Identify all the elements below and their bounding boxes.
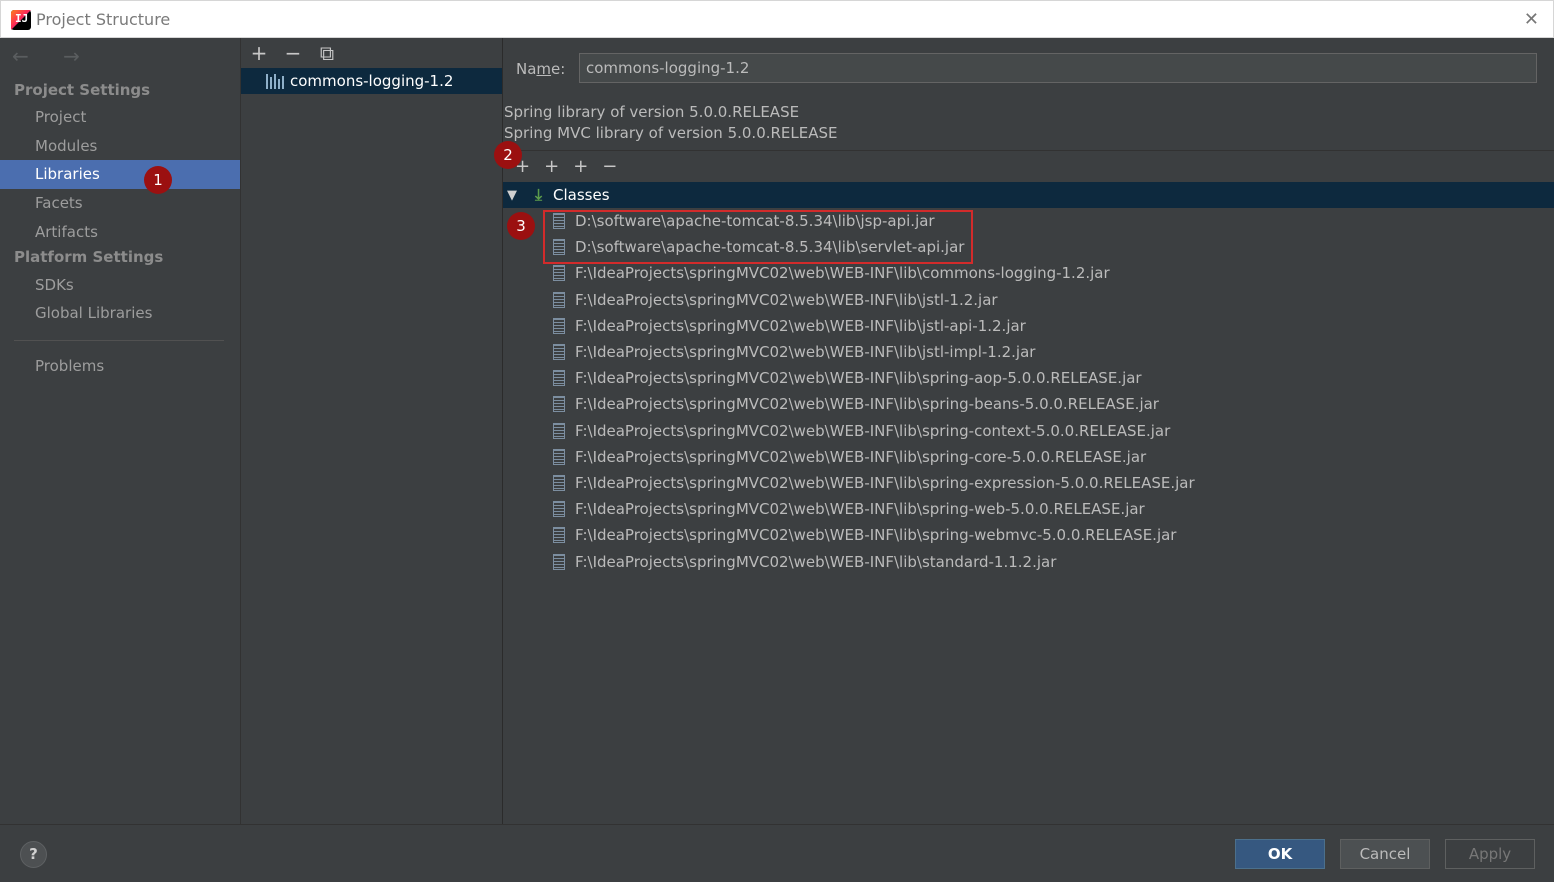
jar-file-icon (553, 317, 565, 334)
jar-path: F:\IdeaProjects\springMVC02\web\WEB-INF\… (575, 500, 1145, 519)
jar-path: F:\IdeaProjects\springMVC02\web\WEB-INF\… (575, 316, 1026, 335)
intellij-app-icon: IJ (11, 10, 31, 30)
libraries-toolbar: + − ⧉ (249, 42, 337, 66)
cancel-button[interactable]: Cancel (1340, 839, 1430, 869)
classes-root-icon: ⤓ (535, 185, 543, 204)
nav-divider (14, 340, 224, 341)
jar-path: F:\IdeaProjects\springMVC02\web\WEB-INF\… (575, 264, 1110, 283)
jar-path: F:\IdeaProjects\springMVC02\web\WEB-INF\… (575, 526, 1177, 545)
jar-path: F:\IdeaProjects\springMVC02\web\WEB-INF\… (575, 395, 1159, 414)
annotation-badge-2: 2 (494, 141, 522, 169)
jar-file-icon (553, 344, 565, 360)
jar-item[interactable]: F:\IdeaProjects\springMVC02\web\WEB-INF\… (553, 260, 1110, 286)
jar-item[interactable]: F:\IdeaProjects\springMVC02\web\WEB-INF\… (553, 549, 1056, 575)
jar-path: F:\IdeaProjects\springMVC02\web\WEB-INF\… (575, 369, 1142, 388)
jar-file-icon (553, 527, 565, 544)
annotation-badge-3: 3 (507, 212, 535, 240)
jar-item[interactable]: F:\IdeaProjects\springMVC02\web\WEB-INF\… (553, 444, 1146, 470)
jar-item[interactable]: F:\IdeaProjects\springMVC02\web\WEB-INF\… (553, 365, 1142, 391)
annotation-highlight-box (543, 210, 973, 264)
library-name-input[interactable] (579, 53, 1537, 83)
jar-file-icon (553, 396, 565, 413)
library-description: Spring library of version 5.0.0.RELEASE (504, 103, 800, 121)
libraries-list-pane: + − ⧉ commons-logging-1.2 (241, 38, 503, 824)
jar-file-icon (553, 265, 565, 282)
jar-path: F:\IdeaProjects\springMVC02\web\WEB-INF\… (575, 474, 1195, 492)
jar-file-icon (553, 553, 565, 570)
nav-item-facets[interactable]: Facets (0, 189, 240, 218)
library-item-commons-logging[interactable]: commons-logging-1.2 (241, 68, 502, 94)
help-icon[interactable]: ? (20, 841, 47, 868)
jar-item[interactable]: F:\IdeaProjects\springMVC02\web\WEB-INF\… (553, 418, 1170, 444)
jar-item[interactable]: F:\IdeaProjects\springMVC02\web\WEB-INF\… (553, 522, 1176, 548)
library-item-label: commons-logging-1.2 (290, 72, 454, 90)
jar-path: F:\IdeaProjects\springMVC02\web\WEB-INF\… (575, 290, 998, 309)
add-library-icon[interactable]: + (249, 42, 269, 66)
jar-path: F:\IdeaProjects\springMVC02\web\WEB-INF\… (575, 447, 1147, 466)
jar-file-icon (553, 422, 565, 439)
library-description: Spring MVC library of version 5.0.0.RELE… (504, 124, 838, 142)
close-icon[interactable]: ✕ (1524, 9, 1539, 30)
copy-library-icon[interactable]: ⧉ (317, 42, 337, 66)
apply-button[interactable]: Apply (1445, 839, 1535, 869)
nav-item-modules[interactable]: Modules (0, 132, 240, 161)
jar-file-icon (553, 291, 565, 308)
expand-triangle-icon[interactable]: ▼ (507, 188, 523, 203)
nav-item-problems[interactable]: Problems (0, 352, 240, 381)
name-label: Name: (516, 60, 566, 78)
nav-item-sdks[interactable]: SDKs (0, 271, 240, 300)
title-bar: IJ Project Structure ✕ (0, 0, 1554, 38)
settings-nav: ← → Project Settings Project Modules Lib… (0, 38, 241, 824)
jar-file-icon (553, 370, 565, 387)
dialog-footer: ? OK Cancel Apply (0, 824, 1554, 882)
project-settings-header: Project Settings (14, 81, 151, 99)
nav-item-project[interactable]: Project (0, 103, 240, 132)
jar-file-icon (553, 475, 565, 491)
back-forward-arrows-icon[interactable]: ← → (12, 44, 94, 68)
jar-item[interactable]: F:\IdeaProjects\springMVC02\web\WEB-INF\… (553, 391, 1159, 417)
nav-item-libraries[interactable]: Libraries (0, 160, 240, 189)
window-title: Project Structure (36, 10, 171, 29)
classes-toolbar: + + + − (515, 156, 617, 178)
jar-path: F:\IdeaProjects\springMVC02\web\WEB-INF\… (575, 343, 1036, 361)
jar-file-icon (553, 448, 565, 465)
add-jar-icon[interactable]: + (573, 156, 588, 178)
library-detail-pane: Name: Spring library of version 5.0.0.RE… (494, 38, 1554, 824)
jar-item[interactable]: F:\IdeaProjects\springMVC02\web\WEB-INF\… (553, 470, 1195, 496)
remove-library-icon[interactable]: − (283, 42, 303, 66)
jar-item[interactable]: F:\IdeaProjects\springMVC02\web\WEB-INF\… (553, 313, 1026, 339)
remove-root-icon[interactable]: − (602, 156, 617, 178)
classes-label: Classes (553, 186, 610, 204)
jar-file-icon (553, 501, 565, 518)
library-icon (266, 73, 284, 89)
jar-item[interactable]: F:\IdeaProjects\springMVC02\web\WEB-INF\… (553, 339, 1035, 365)
jar-path: F:\IdeaProjects\springMVC02\web\WEB-INF\… (575, 552, 1057, 571)
tree-divider (503, 150, 1554, 151)
jar-item[interactable]: F:\IdeaProjects\springMVC02\web\WEB-INF\… (553, 287, 998, 313)
platform-settings-header: Platform Settings (14, 248, 164, 266)
jar-item[interactable]: F:\IdeaProjects\springMVC02\web\WEB-INF\… (553, 496, 1145, 522)
add-classes-icon[interactable]: + (544, 156, 559, 178)
ok-button[interactable]: OK (1235, 839, 1325, 869)
app-icon-text: IJ (15, 12, 29, 25)
nav-item-global-libraries[interactable]: Global Libraries (0, 299, 240, 328)
jar-path: F:\IdeaProjects\springMVC02\web\WEB-INF\… (575, 421, 1171, 440)
classes-tree-node[interactable]: ▼ ⤓ Classes (503, 182, 1554, 208)
nav-item-artifacts[interactable]: Artifacts (0, 218, 240, 247)
annotation-badge-1: 1 (144, 166, 172, 194)
